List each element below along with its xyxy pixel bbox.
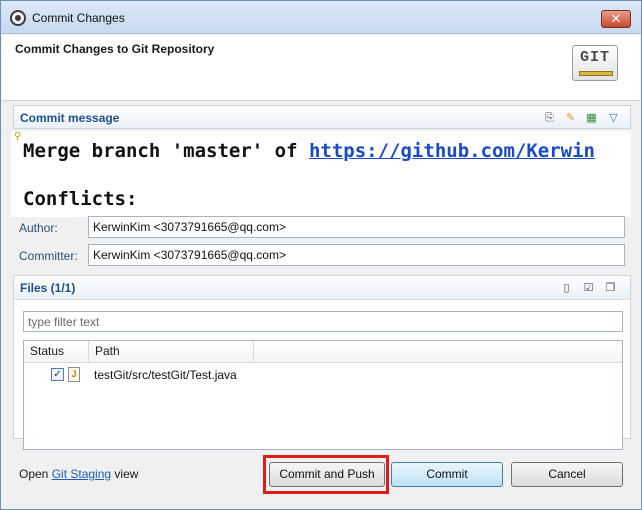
file-include-checkbox[interactable]: ✓ bbox=[51, 368, 64, 381]
column-header-status[interactable]: Status bbox=[24, 341, 89, 363]
dialog-header: Commit Changes to Git Repository GIT bbox=[2, 35, 640, 101]
title-bar: Commit Changes ✕ bbox=[1, 1, 641, 34]
files-header: Files (1/1) ▯ ☑ ❐ bbox=[14, 276, 630, 300]
commit-changes-dialog: Commit Changes ✕ Commit Changes to Git R… bbox=[0, 0, 642, 510]
window-title: Commit Changes bbox=[32, 11, 125, 25]
chevron-down-icon[interactable]: ▽ bbox=[606, 111, 621, 125]
committer-field[interactable]: KerwinKim <3073791665@qq.com> bbox=[88, 244, 625, 266]
file-path: testGit/src/testGit/Test.java bbox=[94, 368, 237, 382]
footer-view-label: view bbox=[114, 467, 139, 481]
files-table: Status Path ✓ J testGit/src/testGit/Test… bbox=[23, 340, 623, 450]
footer-open-label: Open bbox=[19, 467, 49, 481]
files-section: Files (1/1) ▯ ☑ ❐ type filter text Statu… bbox=[13, 275, 631, 450]
content-assist-marker-icon: ⚲ bbox=[14, 131, 22, 142]
commit-message-line-1: Merge branch 'master' of https://github.… bbox=[23, 140, 595, 162]
highlight-annotation bbox=[263, 455, 389, 494]
open-staging-view-text: Open Git Staging view bbox=[19, 467, 138, 481]
git-staging-link[interactable]: Git Staging bbox=[52, 467, 111, 481]
select-all-icon[interactable]: ☑ bbox=[581, 281, 596, 295]
eclipse-icon bbox=[10, 10, 26, 26]
commit-button[interactable]: Commit bbox=[391, 462, 503, 487]
column-header-path[interactable]: Path bbox=[89, 341, 254, 363]
column-header-empty bbox=[254, 341, 622, 363]
close-button[interactable]: ✕ bbox=[601, 10, 631, 28]
git-logo-bar bbox=[579, 71, 613, 76]
close-icon: ✕ bbox=[610, 11, 622, 26]
java-file-icon: J bbox=[68, 367, 80, 382]
commit-message-header: Commit message ⎘ ✎ ▦ ▽ bbox=[13, 105, 631, 129]
files-title: Files (1/1) bbox=[20, 281, 76, 295]
commit-message-link[interactable]: https://github.com/Kerwin bbox=[309, 140, 595, 162]
committer-label: Committer: bbox=[19, 249, 78, 263]
git-logo-text: GIT bbox=[579, 49, 610, 66]
cancel-button[interactable]: Cancel bbox=[511, 462, 623, 487]
author-label: Author: bbox=[19, 221, 58, 235]
commit-message-line-2: Conflicts: bbox=[23, 188, 138, 210]
sign-off-icon[interactable]: ✎ bbox=[563, 111, 578, 125]
deselect-all-icon[interactable]: ❐ bbox=[603, 281, 618, 295]
commit-message-text: Merge branch 'master' of bbox=[23, 140, 309, 162]
commit-message-title: Commit message bbox=[20, 111, 120, 125]
header-title: Commit Changes to Git Repository bbox=[15, 42, 215, 56]
add-change-id-icon[interactable]: ▦ bbox=[584, 111, 599, 125]
table-row[interactable]: ✓ J testGit/src/testGit/Test.java bbox=[24, 365, 622, 385]
author-field[interactable]: KerwinKim <3073791665@qq.com> bbox=[88, 216, 625, 238]
spell-check-icon[interactable]: ⎘ bbox=[542, 111, 557, 125]
git-logo: GIT bbox=[572, 45, 618, 81]
show-untracked-icon[interactable]: ▯ bbox=[559, 281, 574, 295]
file-filter-input[interactable]: type filter text bbox=[23, 311, 623, 332]
commit-message-editor[interactable]: ⚲ Merge branch 'master' of https://githu… bbox=[11, 131, 631, 217]
